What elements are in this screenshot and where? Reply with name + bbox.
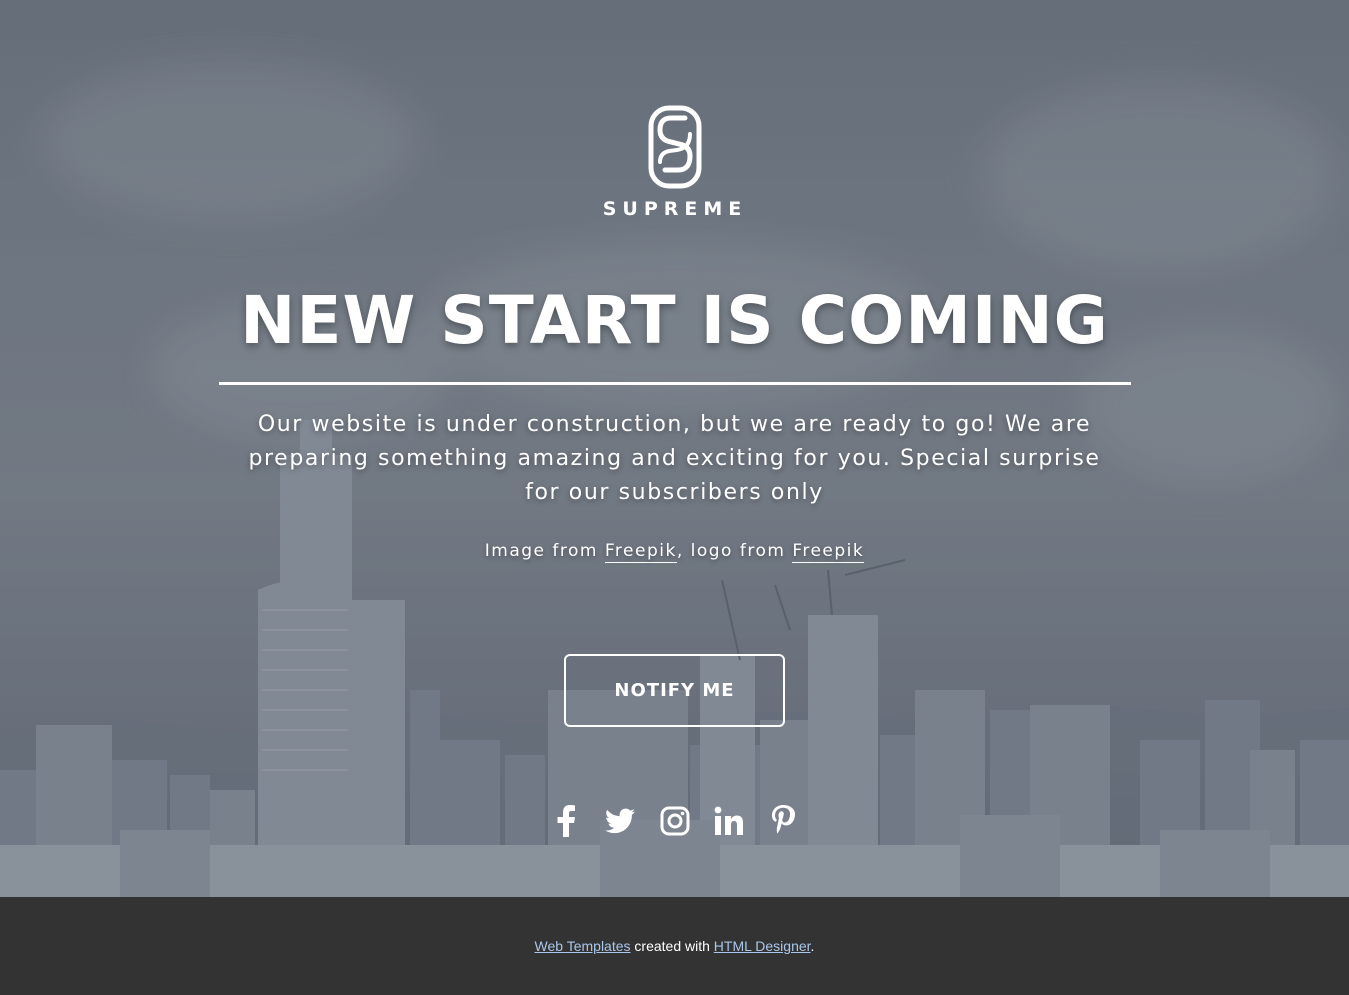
brand-name: SUPREME [602, 198, 748, 220]
credit-logo-prefix: , logo from [676, 541, 793, 561]
brand-logo[interactable]: SUPREME [600, 104, 750, 224]
footer-credit: Web Templates created with HTML Designer… [0, 938, 1349, 954]
s-monogram-icon [648, 105, 702, 189]
facebook-icon [557, 805, 575, 837]
hero-section: SUPREME NEW START IS COMING Our website … [0, 0, 1349, 897]
web-templates-link[interactable]: Web Templates [535, 938, 631, 954]
twitter-link[interactable] [602, 803, 638, 839]
instagram-link[interactable] [657, 803, 693, 839]
headline-divider [219, 382, 1131, 385]
footer-period: . [810, 938, 815, 954]
linkedin-link[interactable] [711, 803, 747, 839]
page-footer: Web Templates created with HTML Designer… [0, 897, 1349, 995]
image-credit: Image from Freepik, logo from Freepik [0, 541, 1349, 563]
social-links [548, 803, 801, 839]
twitter-icon [605, 808, 636, 834]
credit-image-prefix: Image from [484, 541, 605, 561]
facebook-link[interactable] [548, 803, 584, 839]
hero-content: SUPREME NEW START IS COMING Our website … [0, 0, 1349, 897]
pinterest-icon [772, 805, 795, 834]
pinterest-link[interactable] [765, 803, 801, 839]
footer-middle-text: created with [630, 938, 714, 954]
page-title: NEW START IS COMING [240, 282, 1109, 359]
linkedin-icon [714, 806, 743, 835]
freepik-image-link[interactable]: Freepik [604, 541, 677, 563]
freepik-logo-link[interactable]: Freepik [792, 541, 865, 563]
instagram-icon [660, 806, 689, 836]
intro-text: Our website is under construction, but w… [248, 412, 1101, 505]
html-designer-link[interactable]: HTML Designer [714, 938, 811, 954]
notify-me-button[interactable]: NOTIFY ME [564, 654, 785, 727]
